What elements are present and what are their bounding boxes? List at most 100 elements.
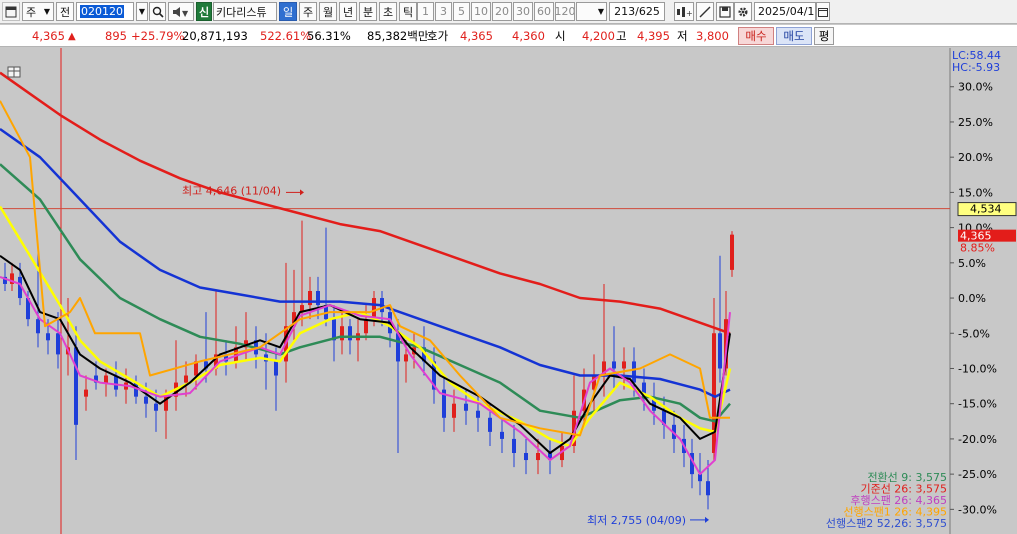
draw-tool-icon[interactable]	[696, 2, 714, 21]
svg-text:+: +	[686, 9, 692, 18]
sell-button[interactable]: 매도	[776, 27, 812, 45]
period-second[interactable]: 초	[379, 2, 397, 21]
y-tick-label: 5.0%	[958, 257, 986, 270]
svg-text:▼: ▼	[182, 9, 189, 18]
price-change-pct: +25.79%	[131, 29, 185, 43]
speaker-icon[interactable]: ▼	[168, 2, 194, 21]
gear-icon[interactable]	[734, 2, 752, 21]
y-tick-label: -15.0%	[958, 398, 997, 411]
open-price: 4,200	[582, 29, 615, 43]
code-dropdown-icon[interactable]: ▼	[136, 2, 148, 21]
interval-1[interactable]: 1	[417, 2, 434, 21]
y-tick-label: 0.0%	[958, 292, 986, 305]
high-annotation: 최고 4,646 (11/04)	[182, 185, 281, 198]
interval-120[interactable]: 120	[555, 2, 575, 21]
interval-3[interactable]: 3	[435, 2, 452, 21]
turnover-rate: 56.31%	[307, 29, 351, 43]
y-tick-label: 15.0%	[958, 186, 993, 199]
candle-body	[348, 326, 352, 341]
ask-price: 4,365	[460, 29, 493, 43]
toolbar: 주 ▼ 전 020120 ▼ ▼ 신 키다리스튜 일 주 월 년 분 초 틱 1…	[0, 0, 1017, 24]
candle-body	[84, 389, 88, 397]
interval-30[interactable]: 30	[513, 2, 533, 21]
current-price-value: 4,365	[32, 29, 65, 43]
candle-body	[46, 333, 50, 341]
chart-window: 주 ▼ 전 020120 ▼ ▼ 신 키다리스튜 일 주 월 년 분 초 틱 1…	[0, 0, 1017, 534]
calendar-icon[interactable]	[816, 2, 830, 21]
table-icon	[7, 66, 21, 78]
candle-body	[404, 354, 408, 362]
chevron-down-icon: ▼	[43, 7, 50, 16]
hc-label: HC:-5.93	[952, 61, 1000, 74]
search-icon[interactable]	[149, 2, 166, 21]
mode-select-label: 주	[26, 5, 37, 19]
candle-body	[524, 453, 528, 461]
interval-20[interactable]: 20	[492, 2, 512, 21]
interval-10[interactable]: 10	[471, 2, 491, 21]
count-display[interactable]: 213/625	[609, 2, 665, 21]
period-year[interactable]: 년	[339, 2, 357, 21]
candle-body	[154, 403, 158, 411]
candle-body	[308, 291, 312, 306]
candle-body	[364, 319, 368, 334]
eval-button[interactable]: 평	[814, 27, 834, 45]
candle-body	[340, 326, 344, 341]
zoom-icon[interactable]: +	[674, 2, 694, 21]
mode-select[interactable]: 주 ▼	[22, 2, 54, 21]
interval-5[interactable]: 5	[453, 2, 470, 21]
candle-body	[372, 298, 376, 320]
candle-body	[536, 453, 540, 461]
period-minute[interactable]: 분	[359, 2, 377, 21]
candle-body	[612, 361, 616, 369]
y-tick-label: 20.0%	[958, 151, 993, 164]
ask-label: 호가	[427, 29, 449, 43]
candle-body	[184, 375, 188, 383]
period-week[interactable]: 주	[299, 2, 317, 21]
candle-body	[718, 333, 722, 369]
legend-item: 선행스팬2 52,26: 3,575	[826, 517, 947, 530]
window-icon[interactable]	[2, 2, 20, 21]
period-month[interactable]: 월	[319, 2, 337, 21]
candle-body	[730, 234, 734, 270]
count-value: 213	[614, 5, 636, 18]
save-icon[interactable]	[716, 2, 734, 21]
y-tick-label: -5.0%	[958, 327, 990, 340]
period-tick[interactable]: 틱	[399, 2, 417, 21]
open-label: 시	[555, 29, 566, 43]
candle-body	[74, 347, 78, 425]
prev-button[interactable]: 전	[56, 2, 74, 21]
high-price: 4,395	[637, 29, 670, 43]
candle-body	[274, 361, 278, 376]
candle-body	[476, 410, 480, 418]
candle-body	[622, 361, 626, 369]
candle-body	[698, 474, 702, 482]
date-input[interactable]: 2025/04/17	[754, 2, 816, 21]
candle-body	[56, 333, 60, 355]
interval-dropdown[interactable]: ▼	[576, 2, 607, 21]
trade-amount: 85,382백만	[367, 29, 429, 43]
buy-button[interactable]: 매수	[738, 27, 774, 45]
y-tick-label: -25.0%	[958, 468, 997, 481]
y-tick-label: -30.0%	[958, 503, 997, 516]
price-chart[interactable]: 최고 4,646 (11/04) 최저 2,755 (04/09) 30.0% 25…	[0, 48, 1017, 534]
candle-body	[632, 361, 636, 383]
y-tick-label: -10.0%	[958, 362, 997, 375]
candle-body	[464, 403, 468, 411]
interval-60[interactable]: 60	[534, 2, 554, 21]
stock-code-input[interactable]: 020120	[76, 2, 134, 21]
candle-body	[316, 291, 320, 306]
volume: 20,871,193	[182, 29, 248, 43]
low-label: 저	[677, 29, 688, 43]
high-price-box-label: 4,534	[970, 203, 1002, 216]
count-total: /625	[635, 5, 660, 18]
y-tick-label: 30.0%	[958, 81, 993, 94]
candle-body	[712, 333, 716, 453]
candle-body	[144, 396, 148, 404]
period-day[interactable]: 일	[279, 2, 297, 21]
candle-body	[512, 438, 516, 453]
market-badge: 신	[196, 2, 212, 21]
high-label: 고	[616, 29, 627, 43]
stock-code-value: 020120	[80, 5, 124, 18]
candle-body	[104, 375, 108, 383]
current-price-pct: 8.85%	[960, 242, 995, 255]
